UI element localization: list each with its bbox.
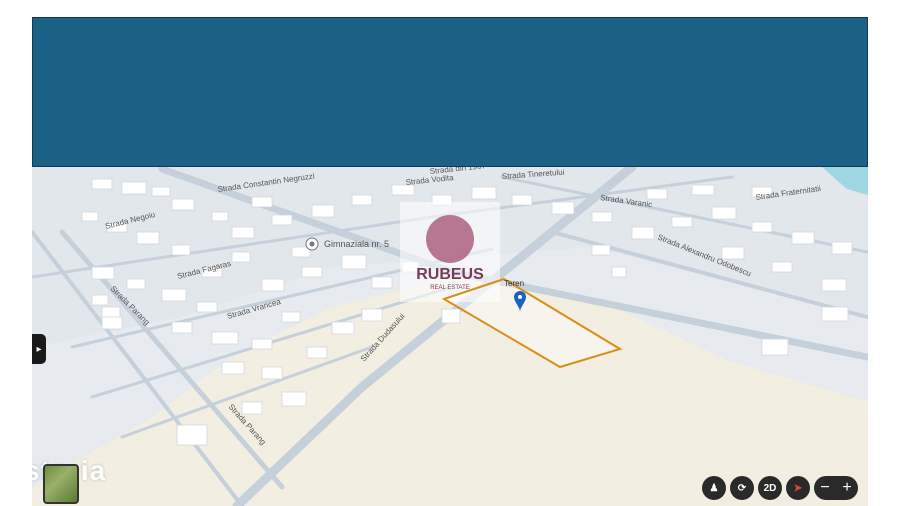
- rubeus-logo-icon: [426, 215, 474, 263]
- map-frame: RUBEUS REAL ESTATE Teren Gimnaziala nr. …: [32, 17, 868, 506]
- plot-label: Teren: [504, 279, 524, 288]
- satellite-layer-button[interactable]: [43, 464, 79, 504]
- zoom-in-button[interactable]: +: [842, 479, 851, 497]
- school-pin-icon[interactable]: [305, 237, 319, 251]
- header-banner: [32, 17, 868, 167]
- rotate-button[interactable]: ⟳: [730, 476, 754, 500]
- chevron-right-icon: ▸: [36, 343, 42, 355]
- zoom-out-button[interactable]: −: [820, 479, 829, 497]
- person-icon: ♟: [709, 482, 719, 494]
- compass-button[interactable]: ➤: [786, 476, 810, 500]
- map-controls: ♟ ⟳ 2D ➤ − +: [702, 476, 858, 502]
- street-view-button[interactable]: ♟: [702, 476, 726, 500]
- zoom-control: − +: [814, 476, 858, 500]
- rotate-icon: ⟳: [737, 482, 747, 494]
- poi-school-label: Gimnaziala nr. 5: [324, 239, 389, 249]
- view-2d-button[interactable]: 2D: [758, 476, 782, 500]
- watermark-brand: RUBEUS: [416, 266, 484, 283]
- watermark-sub: REAL ESTATE: [430, 285, 470, 291]
- sidebar-toggle-button[interactable]: ▸: [32, 334, 46, 364]
- compass-icon: ➤: [793, 482, 803, 494]
